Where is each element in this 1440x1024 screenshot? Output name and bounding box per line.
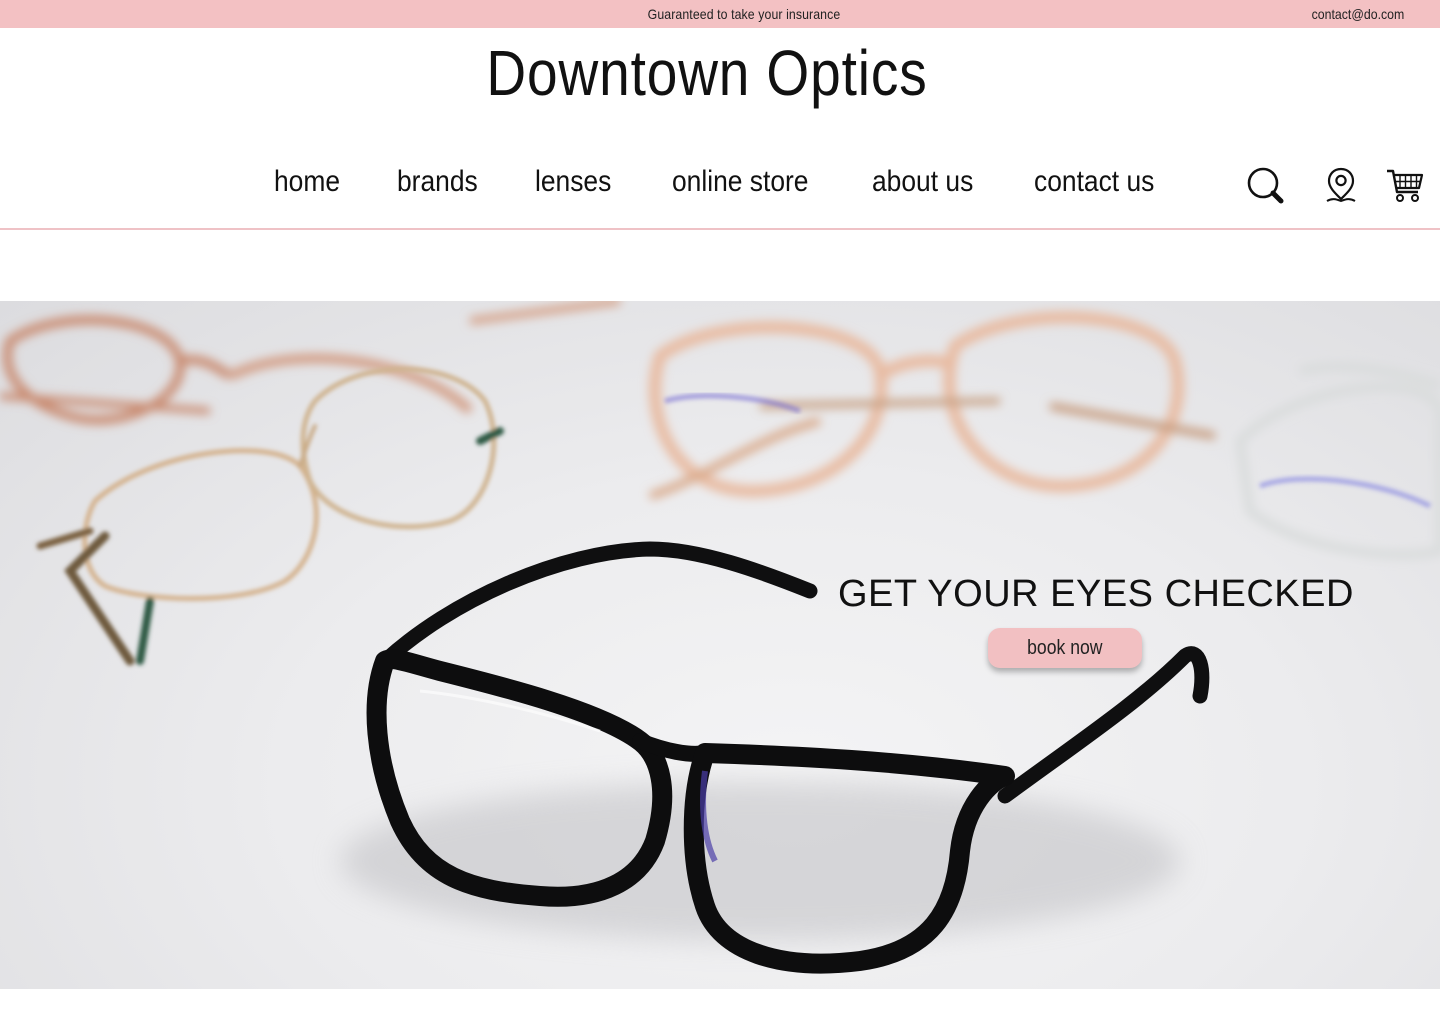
hero-banner: GET YOUR EYES CHECKED book now [0,301,1440,989]
nav-brands[interactable]: brands [397,165,478,199]
nav-lenses[interactable]: lenses [535,165,611,199]
site-logo[interactable]: Downtown Optics [99,36,1315,110]
book-now-label: book now [1027,636,1103,659]
header-divider [0,228,1440,230]
location-pin-icon[interactable] [1323,166,1359,209]
nav-home[interactable]: home [274,165,340,199]
book-now-button[interactable]: book now [988,628,1142,668]
nav-contact-us[interactable]: contact us [1034,165,1154,199]
nav-online-store[interactable]: online store [672,165,808,199]
search-icon[interactable] [1246,166,1286,211]
eyeglasses-photo [0,301,1440,974]
contact-email-link[interactable]: contact@do.com [1311,6,1404,22]
top-announcement-bar: Guaranteed to take your insurance contac… [0,0,1440,28]
insurance-promo-text: Guaranteed to take your insurance [647,6,841,22]
shopping-cart-icon[interactable] [1386,168,1424,209]
nav-about-us[interactable]: about us [872,165,973,199]
hero-title: GET YOUR EYES CHECKED [838,573,1354,615]
